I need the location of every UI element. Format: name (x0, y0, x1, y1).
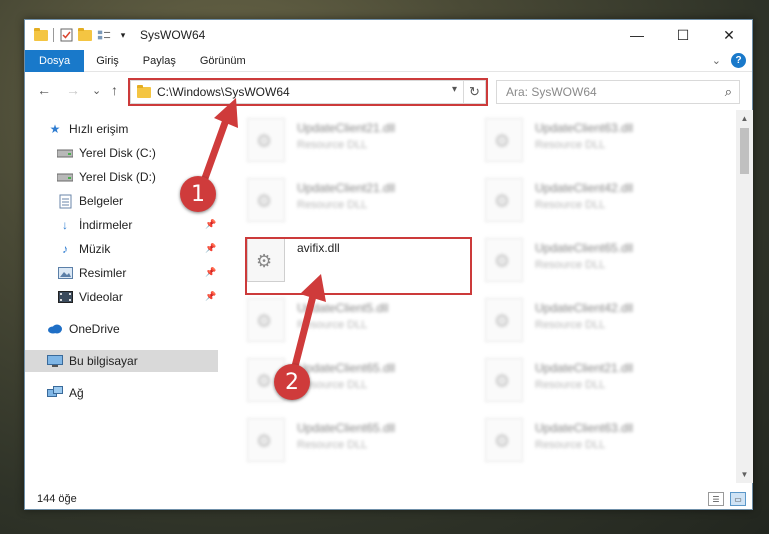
annotation-arrows (196, 98, 326, 382)
callout-2: 2 (274, 364, 310, 400)
callout-1: 1 (180, 176, 216, 212)
arrow-2-head (300, 274, 326, 302)
